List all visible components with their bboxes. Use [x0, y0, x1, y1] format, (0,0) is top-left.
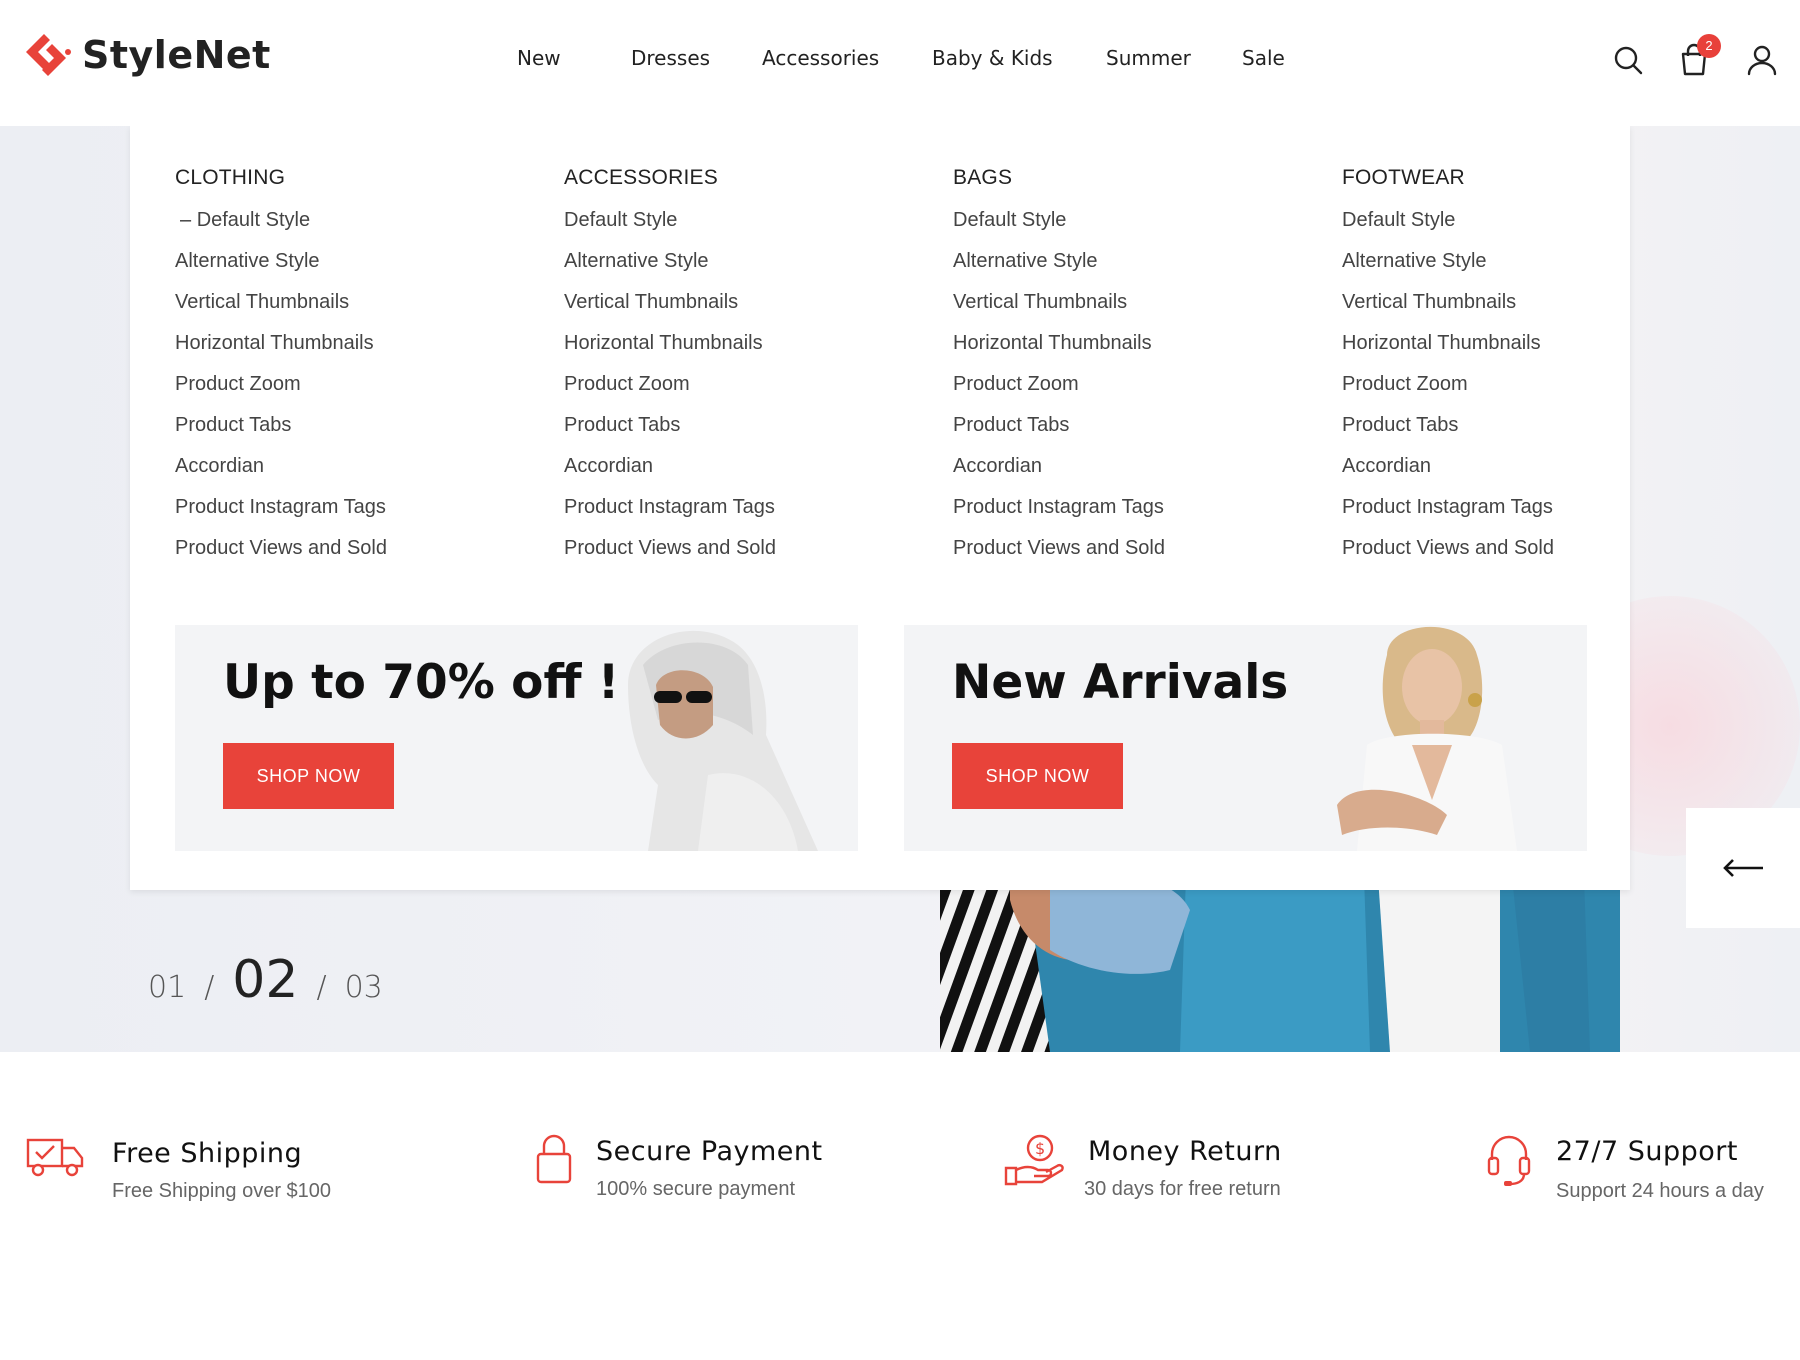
slide-separator: /: [204, 970, 215, 1005]
menu-item[interactable]: Horizontal Thumbnails: [564, 323, 924, 364]
menu-item[interactable]: Product Instagram Tags: [953, 487, 1313, 528]
menu-item[interactable]: Product Instagram Tags: [564, 487, 924, 528]
nav-item-accessories[interactable]: Accessories: [762, 46, 879, 70]
promo-banner-sale[interactable]: Up to 70% off ! SHOP NOW: [175, 625, 858, 851]
menu-item[interactable]: Vertical Thumbnails: [564, 282, 924, 323]
menu-item[interactable]: Product Instagram Tags: [175, 487, 535, 528]
slide-separator: /: [316, 970, 327, 1005]
menu-item[interactable]: Alternative Style: [175, 241, 535, 282]
menu-column-clothing: CLOTHING Default Style Alternative Style…: [175, 166, 535, 569]
nav-item-summer[interactable]: Summer: [1106, 46, 1191, 70]
shop-now-button[interactable]: SHOP NOW: [223, 743, 394, 809]
menu-item[interactable]: Default Style: [564, 200, 924, 241]
menu-item[interactable]: Accordian: [564, 446, 924, 487]
menu-column-title: CLOTHING: [175, 166, 286, 189]
menu-item[interactable]: Product Instagram Tags: [1342, 487, 1702, 528]
headset-icon: [1487, 1135, 1531, 1186]
features-bar: Free Shipping Free Shipping over $100 Se…: [0, 1052, 1800, 1360]
menu-item[interactable]: Alternative Style: [953, 241, 1313, 282]
feature-subtitle: Free Shipping over $100: [112, 1180, 332, 1202]
feature-subtitle: 100% secure payment: [596, 1178, 796, 1200]
slide-current-number: 02: [232, 950, 299, 1010]
nav-item-dresses[interactable]: Dresses: [631, 46, 710, 70]
menu-item[interactable]: Vertical Thumbnails: [1342, 282, 1702, 323]
feature-subtitle: 30 days for free return: [1084, 1178, 1281, 1200]
money-hand-icon: $: [1004, 1134, 1064, 1186]
menu-item[interactable]: Product Views and Sold: [175, 528, 535, 569]
main-nav: New Dresses Accessories Baby & Kids Summ…: [0, 46, 1800, 76]
menu-item[interactable]: Alternative Style: [1342, 241, 1702, 282]
svg-text:$: $: [1035, 1139, 1045, 1158]
slider-prev-button[interactable]: [1686, 808, 1800, 928]
delivery-truck-icon: [26, 1138, 84, 1177]
menu-item[interactable]: Accordian: [1342, 446, 1702, 487]
promo-title: Up to 70% off !: [223, 655, 620, 710]
user-icon[interactable]: [1744, 42, 1780, 78]
menu-column-footwear: FOOTWEAR Default Style Alternative Style…: [1342, 166, 1702, 569]
shop-now-button[interactable]: SHOP NOW: [952, 743, 1123, 809]
menu-item[interactable]: Product Tabs: [175, 405, 535, 446]
lock-icon: [536, 1134, 572, 1184]
menu-item[interactable]: Product Zoom: [1342, 364, 1702, 405]
slide-total-number[interactable]: 03: [345, 970, 383, 1005]
slide-counter: 01 / 02 / 03: [148, 950, 383, 1010]
menu-column-title: ACCESSORIES: [564, 166, 718, 189]
site-header: StyleNet New Dresses Accessories Baby & …: [0, 0, 1800, 126]
menu-column-accessories: ACCESSORIES Default Style Alternative St…: [564, 166, 924, 569]
menu-column-title: BAGS: [953, 166, 1013, 189]
menu-item[interactable]: Product Tabs: [1342, 405, 1702, 446]
menu-item[interactable]: Accordian: [953, 446, 1313, 487]
feature-title: Secure Payment: [596, 1136, 823, 1167]
nav-item-baby-kids[interactable]: Baby & Kids: [932, 46, 1053, 70]
nav-item-sale[interactable]: Sale: [1242, 46, 1285, 70]
promo-banner-new-arrivals[interactable]: New Arrivals SHOP NOW: [904, 625, 1587, 851]
menu-item[interactable]: Vertical Thumbnails: [175, 282, 535, 323]
menu-item[interactable]: Default Style: [953, 200, 1313, 241]
feature-title: Money Return: [1088, 1136, 1282, 1167]
menu-item[interactable]: Product Views and Sold: [564, 528, 924, 569]
menu-column-title: FOOTWEAR: [1342, 166, 1465, 189]
search-icon[interactable]: [1610, 42, 1646, 78]
slide-prev-number[interactable]: 01: [148, 970, 186, 1005]
menu-item[interactable]: Product Zoom: [564, 364, 924, 405]
mega-menu: CLOTHING Default Style Alternative Style…: [130, 126, 1630, 890]
menu-item[interactable]: Alternative Style: [564, 241, 924, 282]
menu-item[interactable]: Horizontal Thumbnails: [1342, 323, 1702, 364]
menu-item[interactable]: Product Zoom: [175, 364, 535, 405]
menu-item[interactable]: Horizontal Thumbnails: [175, 323, 535, 364]
menu-item[interactable]: Product Views and Sold: [1342, 528, 1702, 569]
nav-item-new[interactable]: New: [517, 46, 561, 70]
menu-item[interactable]: Product Views and Sold: [953, 528, 1313, 569]
menu-item[interactable]: Product Tabs: [953, 405, 1313, 446]
arrow-left-icon: [1723, 859, 1763, 877]
menu-item[interactable]: Default Style: [175, 200, 535, 241]
feature-title: 27/7 Support: [1556, 1136, 1738, 1167]
promo-image-woman-model: [1337, 626, 1517, 851]
menu-item[interactable]: Horizontal Thumbnails: [953, 323, 1313, 364]
menu-item[interactable]: Product Tabs: [564, 405, 924, 446]
feature-title: Free Shipping: [112, 1138, 303, 1169]
menu-item[interactable]: Vertical Thumbnails: [953, 282, 1313, 323]
menu-item[interactable]: Product Zoom: [953, 364, 1313, 405]
promo-title: New Arrivals: [952, 655, 1289, 710]
menu-item[interactable]: Default Style: [1342, 200, 1702, 241]
feature-subtitle: Support 24 hours a day: [1556, 1180, 1764, 1202]
menu-item[interactable]: Accordian: [175, 446, 535, 487]
menu-column-bags: BAGS Default Style Alternative Style Ver…: [953, 166, 1313, 569]
cart-count-badge: 2: [1697, 34, 1721, 58]
promo-image-hoodie-model: [628, 630, 818, 851]
